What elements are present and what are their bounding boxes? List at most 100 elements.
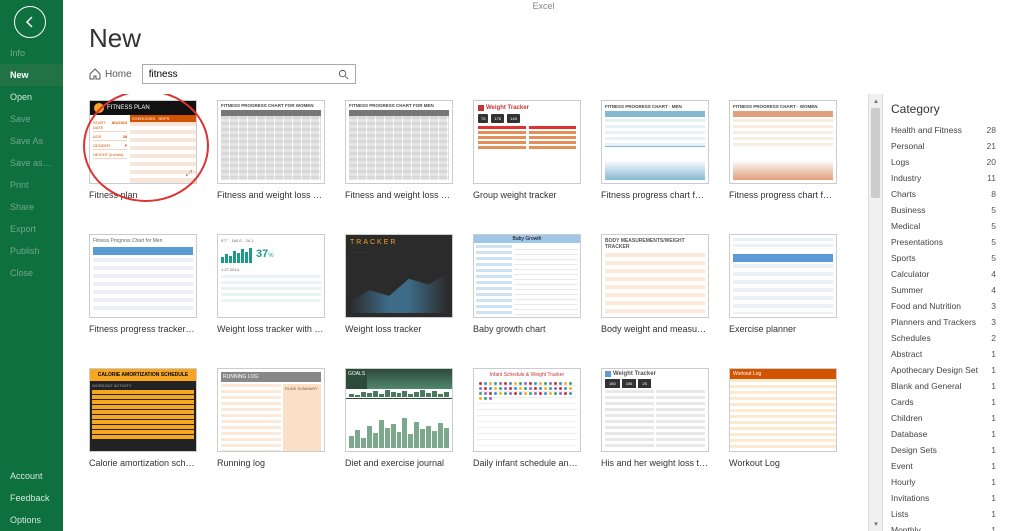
template-card[interactable]: Fitness Progress Chart for MenFitness pr… (89, 234, 197, 334)
category-item[interactable]: Hourly1 (883, 474, 1004, 490)
pin-icon[interactable]: ⤢ (186, 169, 192, 179)
category-count: 1 (991, 477, 996, 487)
category-item[interactable]: Medical5 (883, 218, 1004, 234)
sidebar-item-save-as-adobe-pdf[interactable]: Save as Adobe PDF (0, 152, 63, 174)
scrollbar[interactable]: ▴ ▾ (868, 94, 882, 531)
search-button[interactable] (333, 65, 355, 83)
category-label: Logs (891, 157, 909, 167)
template-card[interactable]: BODY MEASUREMENTS/WEIGHT TRACKERBody wei… (601, 234, 709, 334)
scrollbar-thumb[interactable] (871, 108, 880, 198)
category-item[interactable]: Business5 (883, 202, 1004, 218)
category-item[interactable]: Industry11 (883, 170, 1004, 186)
category-item[interactable]: Planners and Trackers3 (883, 314, 1004, 330)
category-item[interactable]: Lists1 (883, 506, 1004, 522)
template-card[interactable]: RUNNING LOGRUNS SUMMARYRunning log (217, 368, 325, 468)
category-label: Invitations (891, 493, 929, 503)
sidebar-item-feedback[interactable]: Feedback (0, 487, 63, 509)
category-count: 1 (991, 429, 996, 439)
template-name: Calorie amortization schedule (89, 458, 197, 468)
category-item[interactable]: Charts8 (883, 186, 1004, 202)
category-item[interactable]: Apothecary Design Set1 (883, 362, 1004, 378)
sidebar-item-export[interactable]: Export (0, 218, 63, 240)
template-card[interactable]: TRACKER— — — — —Weight loss tracker (345, 234, 453, 334)
category-item[interactable]: Abstract1 (883, 346, 1004, 362)
template-card[interactable]: 5'7"160.024.137%1.27.2014Weight loss tra… (217, 234, 325, 334)
category-item[interactable]: Schedules2 (883, 330, 1004, 346)
sidebar-item-account[interactable]: Account (0, 465, 63, 487)
template-name: Workout Log (729, 458, 837, 468)
category-label: Cards (891, 397, 914, 407)
sidebar-item-save[interactable]: Save (0, 108, 63, 130)
category-item[interactable]: Personal21 (883, 138, 1004, 154)
category-label: Personal (891, 141, 925, 151)
category-item[interactable]: Monthly1 (883, 522, 1004, 531)
category-count: 1 (991, 493, 996, 503)
sidebar-item-close[interactable]: Close (0, 262, 63, 284)
home-icon (89, 68, 101, 80)
template-card[interactable]: CALORIE AMORTIZATION SCHEDULEWORKOUT ACT… (89, 368, 197, 468)
template-name: Fitness progress chart for wome... (729, 190, 837, 200)
category-item[interactable]: Children1 (883, 410, 1004, 426)
category-count: 5 (991, 221, 996, 231)
search-input[interactable] (143, 65, 333, 83)
template-name: Fitness progress chart for men (... (601, 190, 709, 200)
category-item[interactable]: Sports 5 (883, 250, 1004, 266)
category-item[interactable]: Health and Fitness 28 (883, 122, 1004, 138)
category-count: 1 (991, 525, 996, 531)
category-label: Business (891, 205, 926, 215)
category-item[interactable]: Blank and General1 (883, 378, 1004, 394)
sidebar-item-save-as[interactable]: Save As (0, 130, 63, 152)
sidebar-item-info[interactable]: Info (0, 42, 63, 64)
category-label: Food and Nutrition (891, 301, 961, 311)
template-card[interactable]: Infant Schedule & Weight TrackerDaily in… (473, 368, 581, 468)
template-card[interactable]: Weight Tracker15015525His and her weight… (601, 368, 709, 468)
category-count: 5 (991, 253, 996, 263)
sidebar-item-print[interactable]: Print (0, 174, 63, 196)
sidebar-item-share[interactable]: Share (0, 196, 63, 218)
template-card[interactable]: FITNESS PLANSTART DATE8/1/2013AGE28GENDE… (89, 100, 197, 200)
sidebar-item-open[interactable]: Open (0, 86, 63, 108)
template-name: His and her weight loss tracker (601, 458, 709, 468)
category-item[interactable]: Cards 1 (883, 394, 1004, 410)
category-count: 1 (991, 461, 996, 471)
template-card[interactable]: Exercise planner (729, 234, 837, 334)
category-item[interactable]: Event1 (883, 458, 1004, 474)
category-label: Health and Fitness (891, 125, 962, 135)
category-item[interactable]: Calculator4 (883, 266, 1004, 282)
sidebar-item-publish[interactable]: Publish (0, 240, 63, 262)
template-card[interactable]: FITNESS PROGRESS CHART · WOMENFitness pr… (729, 100, 837, 200)
template-card[interactable]: FITNESS PROGRESS CHART · MENFitness prog… (601, 100, 709, 200)
template-card[interactable]: FITNESS PROGRESS CHART FOR WOMENFitness … (217, 100, 325, 200)
scroll-down-arrow[interactable]: ▾ (869, 517, 883, 531)
category-item[interactable]: Design Sets1 (883, 442, 1004, 458)
sidebar-item-new[interactable]: New (0, 64, 63, 86)
scroll-up-arrow[interactable]: ▴ (869, 94, 883, 108)
template-name: Running log (217, 458, 325, 468)
category-item[interactable]: Food and Nutrition3 (883, 298, 1004, 314)
category-label: Industry (891, 173, 921, 183)
category-count: 28 (987, 125, 996, 135)
category-item[interactable]: Logs 20 (883, 154, 1004, 170)
template-card[interactable]: Baby GrowthBaby growth chart (473, 234, 581, 334)
template-card[interactable]: Workout LogWorkout Log (729, 368, 837, 468)
template-name: Daily infant schedule and weigh... (473, 458, 581, 468)
category-count: 1 (991, 397, 996, 407)
category-count: 20 (987, 157, 996, 167)
app-title: Excel (83, 1, 1004, 11)
category-item[interactable]: Summer4 (883, 282, 1004, 298)
category-item[interactable]: Invitations 1 (883, 490, 1004, 506)
category-item[interactable]: Presentations5 (883, 234, 1004, 250)
category-item[interactable]: Database 1 (883, 426, 1004, 442)
sidebar-item-options[interactable]: Options (0, 509, 63, 531)
category-label: Blank and General (891, 381, 961, 391)
template-card[interactable]: Weight Tracker75176145Group weight track… (473, 100, 581, 200)
template-name: Weight loss tracker with BMI (217, 324, 325, 334)
template-card[interactable]: GOALSDiet and exercise journal (345, 368, 453, 468)
backstage-sidebar: InfoNewOpenSaveSave AsSave as Adobe PDFP… (0, 0, 63, 531)
back-button[interactable] (14, 6, 46, 38)
category-label: Sports (891, 253, 916, 263)
template-card[interactable]: FITNESS PROGRESS CHART FOR MENFitness an… (345, 100, 453, 200)
category-label: Database (891, 429, 927, 439)
home-breadcrumb[interactable]: Home (89, 68, 132, 80)
category-label: Summer (891, 285, 923, 295)
